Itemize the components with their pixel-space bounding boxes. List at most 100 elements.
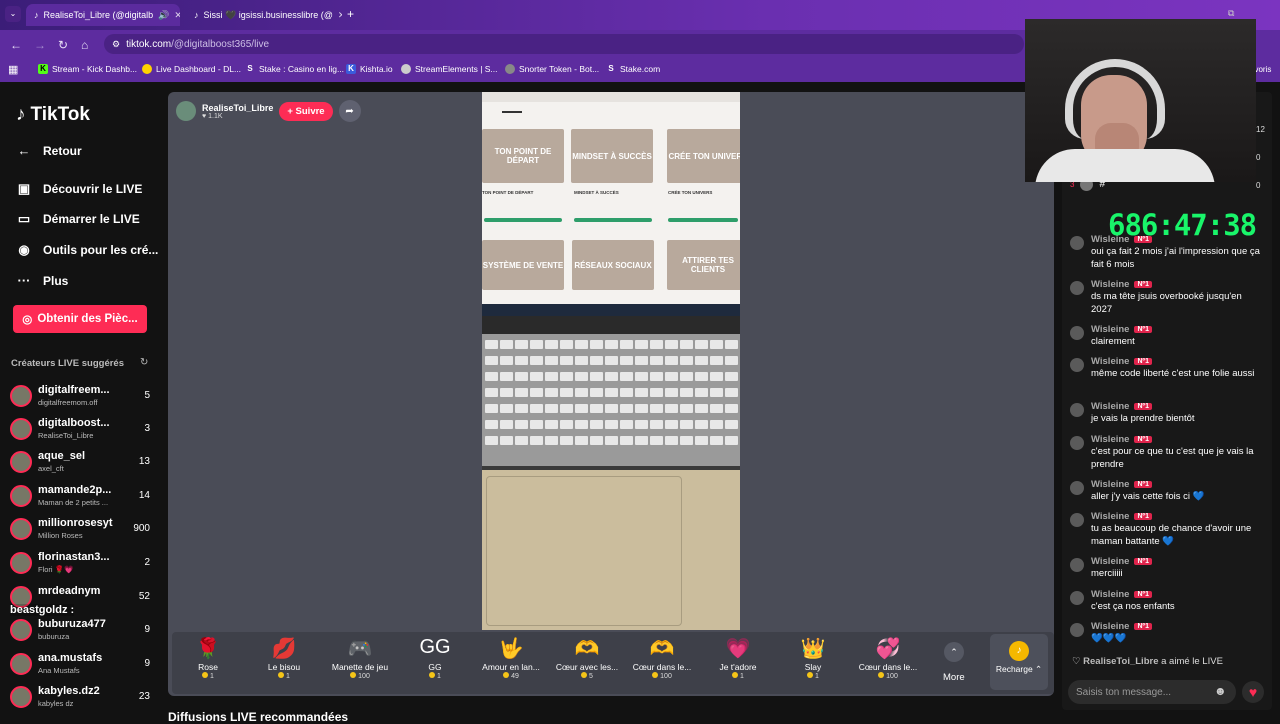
nav-back[interactable]: ← Retour [16,143,82,158]
chat-username[interactable]: Wisleine [1091,434,1129,445]
chat-username[interactable]: Wisleine [1091,234,1129,245]
suggested-creator[interactable]: digitalboost... RealiseToi_Libre 3 [10,415,152,445]
gift-item[interactable]: 💞 Cœur dans le... 100 [853,636,923,680]
chat-username[interactable]: Wisleine [1091,621,1129,632]
nav-more[interactable]: ··· Plus [16,273,69,288]
host-avatar[interactable] [176,101,196,121]
gift-item[interactable]: 🫶 Cœur dans le... 100 [627,636,697,680]
url-field[interactable]: ⚙ tiktok.com/@digitalboost365/live [104,34,1024,54]
avatar[interactable] [1070,436,1084,450]
keyboard-key [590,436,603,445]
tab-realisetoi[interactable]: ♪ RealiseToi_Libre (@digitalb 🔊 ✕ [26,4,180,26]
viewer-count: 5 [144,390,150,401]
keyboard-key [695,356,708,365]
keyboard-key [665,420,678,429]
keyboard-key [560,436,573,445]
avatar[interactable] [1070,403,1084,417]
suggested-creator[interactable]: millionrosesyt Million Roses 900 [10,515,152,545]
suggested-creator[interactable]: buburuza477 buburuza 9 [10,616,152,646]
chat-username[interactable]: Wisleine [1091,479,1129,490]
chat-text: clairement [1091,336,1135,347]
video-card: ATTIRER TES CLIENTS [667,240,740,290]
nav-start-live[interactable]: ▭ Démarrer le LIVE [16,211,140,227]
emoji-icon[interactable]: ☻ [1214,684,1227,698]
rank-badge: Nº1 [1134,403,1152,410]
keyboard-key [710,372,723,381]
recharge-button[interactable]: ♪ Recharge ⌃ [990,634,1048,690]
back-icon[interactable]: ← [10,38,22,52]
chat-input[interactable]: Saisis ton message... [1068,680,1236,704]
avatar[interactable] [1070,591,1084,605]
suggested-creator[interactable]: kabyles.dz2 kabyles dz 23 [10,683,152,713]
gift-item[interactable]: 🌹 Rose 1 [173,636,243,680]
host-name[interactable]: RealiseToi_Libre [202,103,273,113]
nav-discover-live[interactable]: ▣ Découvrir le LIVE [16,181,143,197]
nav-creator-tools[interactable]: ◉ Outils pour les cré... [16,242,158,258]
bookmark-stake[interactable]: S Stake.com [606,64,660,74]
avatar[interactable] [1070,358,1084,372]
suggested-creator[interactable]: aque_sel axel_cft 13 [10,448,152,478]
bookmark-stake-casino[interactable]: S Stake : Casino en lig... [245,64,344,74]
gift-item[interactable]: 👑 Slay 1 [778,636,848,680]
chat-text: c'est pour ce que tu c'est que je vais l… [1091,446,1254,470]
chat-username[interactable]: Wisleine [1091,279,1129,290]
close-icon[interactable]: ✕ [338,10,342,21]
keyboard-key [545,372,558,381]
live-video[interactable]: TON POINT DE DÉPART MINDSET À SUCCÈS CRÉ… [482,92,740,630]
home-icon[interactable]: ⌂ [81,38,88,52]
keyboard-key [725,436,738,445]
chat-username[interactable]: Wisleine [1091,401,1129,412]
avatar[interactable] [1070,236,1084,250]
gift-icon: 👑 [800,638,826,660]
tiktok-icon: ♪ [194,10,199,20]
gift-item[interactable]: 💋 Le bisou 1 [249,636,319,680]
chat-username[interactable]: Wisleine [1091,589,1129,600]
tab-menu-icon[interactable]: ⌄ [5,6,21,22]
avatar[interactable] [1070,623,1084,637]
tiktok-logo[interactable]: ♪ TikTok [16,104,90,126]
more-gifts-button[interactable]: More [943,672,965,683]
get-coins-button[interactable]: ◎ Obtenir des Pièc... [13,305,147,333]
suggested-creator[interactable]: ana.mustafs Ana Mustafs 9 [10,650,152,680]
tab-sissi[interactable]: ♪ Sissi 🖤 igsissi.businesslibre (@ ✕ [186,4,342,26]
follow-button[interactable]: + Suivre [279,101,333,121]
bookmark-kick[interactable]: K Stream - Kick Dashb... [38,64,137,74]
chevron-up-icon[interactable]: ⌃ [944,642,964,662]
close-icon[interactable]: ✕ [174,10,180,21]
suggested-creator[interactable]: mamande2p... Maman de 2 petits ... 14 [10,482,152,512]
forward-icon[interactable]: → [34,38,46,52]
avatar[interactable] [1070,481,1084,495]
gift-item[interactable]: 🤟 Amour en lan... 49 [476,636,546,680]
bookmark-kishta[interactable]: K Kishta.io [346,64,393,74]
new-tab-button[interactable]: + [347,7,354,21]
share-icon[interactable]: ➦ [338,100,361,122]
suggested-creator[interactable]: florinastan3... Flori 🌹💗 2 [10,549,152,579]
bookmark-streamelements[interactable]: StreamElements | S... [401,64,498,74]
arrow-left-icon: ← [17,143,31,158]
gift-item[interactable]: GG GG 1 [400,636,470,680]
avatar [10,653,32,675]
video-card-label: CRÉE TON UNIVERS [668,190,713,195]
avatar[interactable] [1070,558,1084,572]
suggested-creator[interactable]: digitalfreem... digitalfreemom.off 5 [10,382,152,412]
gift-item[interactable]: 🫶 Cœur avec les... 5 [552,636,622,680]
streamer-body [1035,149,1215,182]
avatar[interactable] [1070,326,1084,340]
refresh-icon[interactable]: ↻ [140,357,148,368]
gift-item[interactable]: 🎮 Manette de jeu 100 [325,636,395,680]
chat-username[interactable]: Wisleine [1091,556,1129,567]
video-card: SYSTÈME DE VENTE [482,240,564,290]
chat-username[interactable]: Wisleine [1091,511,1129,522]
bookmark-snorter[interactable]: Snorter Token - Bot... [505,64,599,74]
chat-username[interactable]: Wisleine [1091,356,1129,367]
viewer-count: 3 [144,423,150,434]
bookmark-dlive[interactable]: Live Dashboard - DL... [142,64,241,74]
chat-username[interactable]: Wisleine [1091,324,1129,335]
avatar[interactable] [1070,513,1084,527]
reload-icon[interactable]: ↻ [58,38,68,52]
gift-item[interactable]: 💗 Je t'adore 1 [703,636,773,680]
keyboard-key [590,372,603,381]
like-heart-button[interactable]: ♥ [1242,681,1264,703]
apps-icon[interactable]: ▦ [8,63,18,76]
avatar[interactable] [1070,281,1084,295]
